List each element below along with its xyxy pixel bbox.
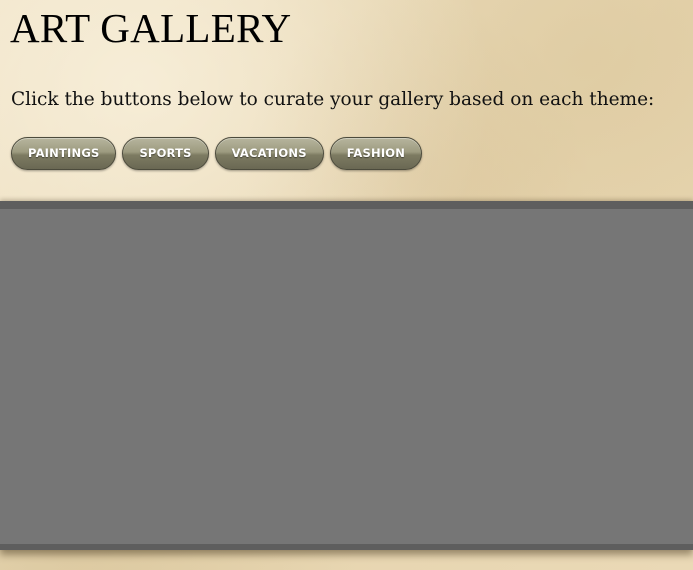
instructions-text: Click the buttons below to curate your g…	[11, 89, 655, 110]
page-title: ART GALLERY	[10, 5, 292, 51]
fashion-button[interactable]: FASHION	[329, 136, 423, 170]
paintings-button[interactable]: PAINTINGS	[11, 136, 117, 170]
theme-button-group: PAINTINGS SPORTS VACATIONS FASHION	[11, 136, 423, 170]
vacations-button[interactable]: VACATIONS	[214, 136, 324, 170]
page-header: ART GALLERY Click the buttons below to c…	[0, 0, 693, 200]
gallery-display-area	[0, 201, 693, 550]
sports-button[interactable]: SPORTS	[122, 136, 209, 170]
